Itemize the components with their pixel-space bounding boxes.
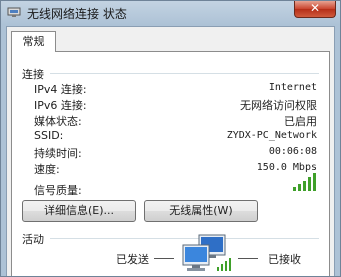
dialog-client-area: 常规 连接 IPv4 连接: Internet IPv6 连接: 无网络访问权限… (6, 26, 335, 276)
received-connector (238, 258, 258, 260)
duration-label: 持续时间: (34, 147, 82, 160)
received-label: 已接收 (268, 253, 301, 266)
signal-bar-1 (293, 187, 296, 191)
signal-strength-icon (293, 173, 316, 191)
speed-value: 150.0 Mbps (256, 162, 317, 173)
close-button[interactable]: ✕ (294, 1, 336, 18)
wireless-properties-button[interactable]: 无线属性(W) (144, 200, 258, 222)
ssid-label: SSID: (34, 129, 64, 142)
activity-group-label: 活动 (22, 233, 44, 246)
ipv6-value: 无网络访问权限 (240, 99, 317, 112)
status-dialog: 无线网络连接 状态 ✕ 常规 连接 IPv4 连接: Internet IPv6… (0, 0, 341, 277)
ipv4-label: IPv4 连接: (34, 83, 87, 96)
tab-panel-general: 连接 IPv4 连接: Internet IPv6 连接: 无网络访问权限 媒体… (11, 51, 330, 276)
connection-group-divider (50, 73, 319, 74)
signal-bar-5 (313, 173, 316, 191)
signal-bar-4 (308, 177, 311, 191)
connection-group-label: 连接 (22, 68, 44, 81)
ipv4-value: Internet (268, 82, 317, 93)
ssid-value: ZYDX-PC_Network (226, 130, 317, 141)
network-adapter-icon (7, 7, 21, 17)
duration-value: 00:06:08 (268, 146, 317, 157)
sent-label: 已发送 (116, 253, 149, 266)
media-state-value: 已启用 (284, 115, 317, 128)
speed-label: 速度: (34, 163, 60, 176)
signal-quality-label: 信号质量: (34, 184, 82, 197)
window-title: 无线网络连接 状态 (27, 7, 127, 21)
ipv6-label: IPv6 连接: (34, 99, 87, 112)
signal-bar-3 (303, 181, 306, 191)
network-computers-icon (182, 234, 231, 271)
title-bar[interactable]: 无线网络连接 状态 ✕ (1, 1, 340, 26)
details-button[interactable]: 详细信息(E)... (22, 200, 136, 222)
sent-connector (154, 258, 174, 260)
signal-bar-2 (298, 184, 301, 191)
media-state-label: 媒体状态: (34, 115, 82, 128)
tab-general[interactable]: 常规 (11, 31, 56, 52)
